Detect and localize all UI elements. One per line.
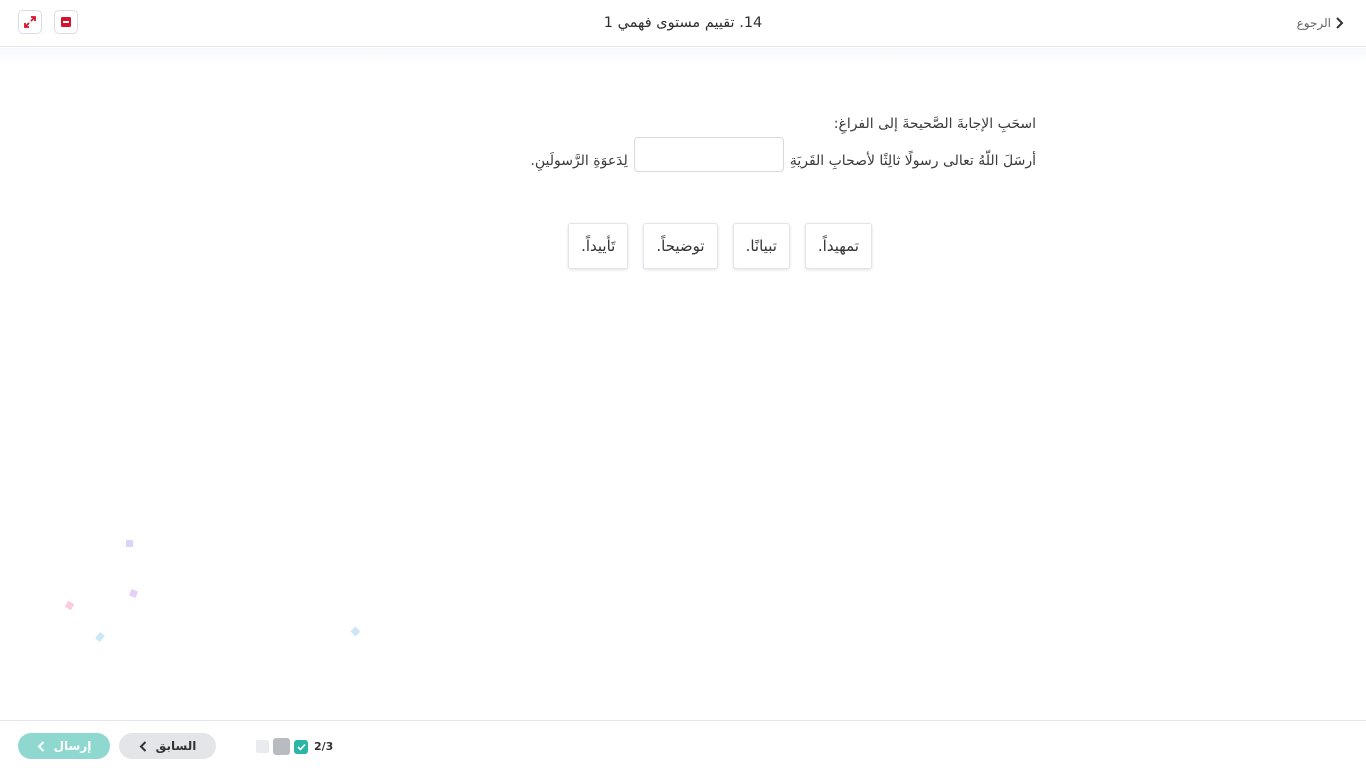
progress-count: 2/3 (314, 740, 334, 753)
progress-step-current[interactable] (273, 738, 290, 755)
chevron-left-icon (139, 740, 146, 752)
progress-step-empty[interactable] (256, 740, 269, 753)
back-button[interactable]: الرجوع (1297, 14, 1344, 32)
progress-step-done[interactable] (294, 739, 308, 754)
page-title-container: 14. تقييم مستوى فهمي 1 (0, 0, 1366, 46)
chevron-left-icon (37, 740, 44, 752)
confetti-piece (126, 540, 133, 547)
option-card[interactable]: تمهيداً. (804, 223, 872, 269)
top-bar: 14. تقييم مستوى فهمي 1 الرجوع (0, 0, 1366, 47)
question-block: اسحَبِ الإجابةَ الصَّحيحةَ إلى الفراغِ: … (436, 113, 1036, 172)
option-card[interactable]: تَأييداً. (568, 223, 629, 269)
back-label: الرجوع (1296, 16, 1331, 30)
previous-button[interactable]: السابق (119, 733, 216, 759)
confetti-piece (129, 589, 138, 598)
chevron-right-icon (1336, 17, 1344, 29)
submit-button[interactable]: إرسال (18, 733, 110, 759)
sentence-after: لِدَعوَةِ الرَّسولَينِ. (530, 152, 628, 169)
sentence-before: أرسَلَ اللّهُ تعالى رسولًا ثالِثًا لأصحا… (789, 152, 1036, 169)
option-card[interactable]: توضيحاً. (643, 223, 718, 269)
drop-zone[interactable] (633, 137, 784, 172)
bottom-bar: إرسال السابق 2/3 (0, 720, 1366, 768)
previous-label: السابق (155, 739, 197, 753)
answer-options: تَأييداً. توضيحاً. تبيانًا. تمهيداً. (568, 223, 872, 269)
confetti-piece (350, 626, 361, 637)
question-instruction: اسحَبِ الإجابةَ الصَّحيحةَ إلى الفراغِ: (833, 116, 1036, 132)
confetti-piece (64, 600, 75, 611)
submit-label: إرسال (53, 739, 92, 753)
question-progress: 2/3 (256, 738, 333, 755)
header-shadow-band (0, 48, 1366, 64)
page-title: 14. تقييم مستوى فهمي 1 (603, 15, 763, 31)
option-card[interactable]: تبيانًا. (732, 223, 790, 269)
check-icon (296, 743, 306, 751)
question-sentence: أرسَلَ اللّهُ تعالى رسولًا ثالِثًا لأصحا… (436, 137, 1036, 172)
confetti-piece (95, 632, 105, 642)
